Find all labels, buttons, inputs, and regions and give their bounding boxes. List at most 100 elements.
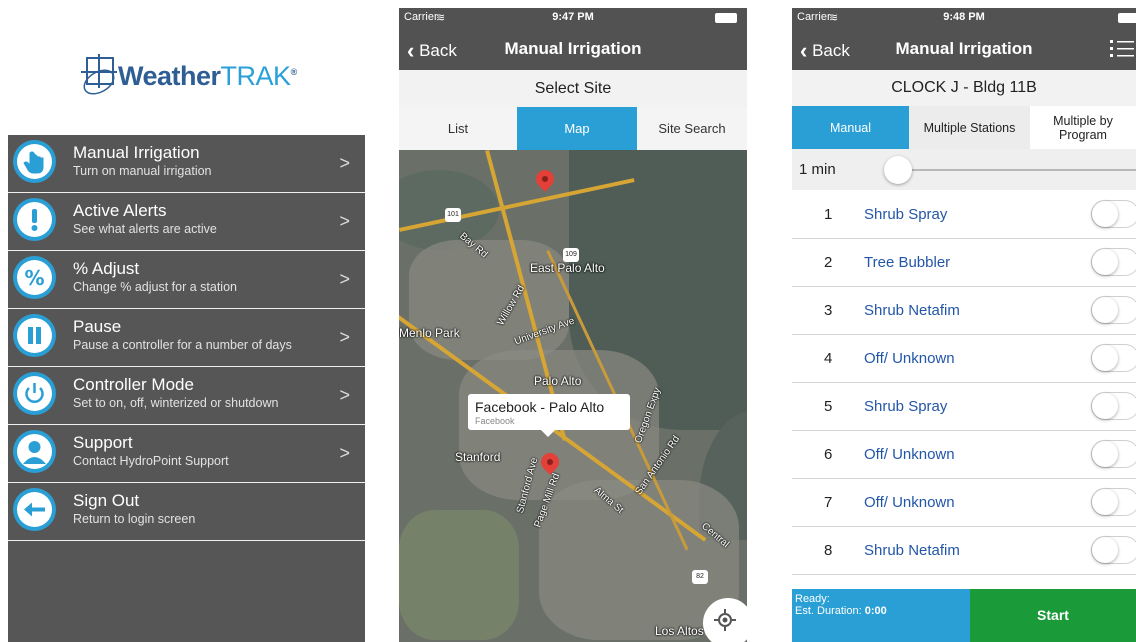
duration-estimate-value: 0:00 bbox=[864, 605, 887, 617]
toggle-knob bbox=[1092, 537, 1118, 563]
station-toggle[interactable] bbox=[1091, 392, 1136, 420]
station-toggle[interactable] bbox=[1091, 248, 1136, 276]
menu-icon-ring bbox=[13, 198, 56, 241]
station-number: 4 bbox=[824, 350, 833, 367]
battery-icon bbox=[715, 13, 737, 23]
chevron-right-icon: > bbox=[339, 327, 350, 347]
highway-shield-icon: 101 bbox=[445, 208, 461, 222]
toggle-knob bbox=[1092, 345, 1118, 371]
duration-slider-row: 1 min bbox=[792, 149, 1136, 190]
chevron-right-icon: > bbox=[339, 153, 350, 173]
locate-me-button[interactable] bbox=[703, 598, 747, 642]
person-icon bbox=[23, 441, 46, 464]
station-name: Shrub Spray bbox=[864, 398, 948, 415]
station-toggle[interactable] bbox=[1091, 344, 1136, 372]
menu-icon-ring bbox=[13, 372, 56, 415]
station-row: 7 Off/ Unknown bbox=[792, 479, 1136, 527]
toggle-knob bbox=[1092, 249, 1118, 275]
tab-multiple-stations[interactable]: Multiple Stations bbox=[909, 106, 1030, 149]
duration-estimate: Est. Duration: 0:00 bbox=[795, 605, 887, 617]
tab-map[interactable]: Map bbox=[517, 107, 637, 150]
svg-text:%: % bbox=[24, 266, 44, 290]
station-row: 5 Shrub Spray bbox=[792, 383, 1136, 431]
status-time: 9:47 PM bbox=[552, 11, 594, 23]
menu-title: Controller Mode bbox=[73, 375, 194, 394]
arrow-left-icon bbox=[24, 502, 45, 517]
nav-bar: Carrier ≋ 9:47 PM ‹ Back Manual Irrigati… bbox=[399, 8, 747, 70]
list-menu-icon[interactable] bbox=[1110, 38, 1134, 60]
ready-label: Ready: bbox=[795, 593, 830, 605]
menu-subtitle: See what alerts are active bbox=[73, 222, 217, 236]
station-number: 5 bbox=[824, 398, 833, 415]
map-callout[interactable]: Facebook - Palo Alto Facebook bbox=[468, 394, 630, 437]
menu-item-pause[interactable]: Pause Pause a controller for a number of … bbox=[8, 309, 365, 367]
station-number: 6 bbox=[824, 446, 833, 463]
hills-area bbox=[399, 510, 519, 640]
status-time: 9:48 PM bbox=[943, 11, 985, 23]
crosshair-icon bbox=[714, 609, 736, 631]
station-toggle[interactable] bbox=[1091, 200, 1136, 228]
menu-subtitle: Return to login screen bbox=[73, 512, 196, 526]
exclamation-icon bbox=[31, 209, 38, 231]
menu-item-active-alerts[interactable]: Active Alerts See what alerts are active > bbox=[8, 193, 365, 251]
menu-title: Sign Out bbox=[73, 491, 140, 510]
station-number: 1 bbox=[824, 206, 833, 223]
menu-icon-ring bbox=[13, 314, 56, 357]
select-site-panel: Carrier ≋ 9:47 PM ‹ Back Manual Irrigati… bbox=[399, 8, 747, 642]
toggle-knob bbox=[1092, 489, 1118, 515]
station-toggle[interactable] bbox=[1091, 488, 1136, 516]
menu-icon-ring bbox=[13, 488, 56, 531]
nav-bar: Carrier ≋ 9:48 PM ‹ Back Manual Irrigati… bbox=[792, 8, 1136, 70]
tab-manual[interactable]: Manual bbox=[792, 106, 909, 149]
station-name: Off/ Unknown bbox=[864, 446, 955, 463]
station-toggle[interactable] bbox=[1091, 296, 1136, 324]
logo-header: WeatherTRAK® bbox=[8, 8, 365, 135]
status-bar: Carrier ≋ 9:47 PM bbox=[399, 8, 747, 28]
menu-icon-bg bbox=[17, 492, 52, 527]
tab-site-search[interactable]: Site Search bbox=[637, 107, 747, 150]
tab-multiple-by-program[interactable]: Multiple by Program bbox=[1030, 106, 1136, 149]
duration-slider[interactable] bbox=[899, 169, 1136, 171]
pause-icon bbox=[28, 327, 41, 344]
slider-thumb[interactable] bbox=[884, 156, 912, 184]
nav-title: Manual Irrigation bbox=[504, 39, 642, 58]
controller-name: CLOCK J - Bldg 11B bbox=[792, 70, 1136, 106]
station-name: Shrub Netafim bbox=[864, 302, 960, 319]
menu-item-adjust[interactable]: % % Adjust Change % adjust for a station > bbox=[8, 251, 365, 309]
start-button[interactable]: Start bbox=[970, 589, 1136, 642]
main-menu-panel: WeatherTRAK® Manual Irrigation Turn on ma… bbox=[8, 8, 365, 642]
menu-icon-bg bbox=[17, 376, 52, 411]
tab-list[interactable]: List bbox=[399, 107, 517, 150]
menu-item-sign-out[interactable]: Sign Out Return to login screen bbox=[8, 483, 365, 541]
menu-title: Pause bbox=[73, 317, 122, 336]
chevron-right-icon: > bbox=[339, 269, 350, 289]
station-number: 3 bbox=[824, 302, 833, 319]
menu-title: Support bbox=[73, 433, 133, 452]
station-number: 7 bbox=[824, 494, 833, 511]
map-pin-icon[interactable] bbox=[532, 166, 558, 192]
map-label: Palo Alto bbox=[534, 374, 582, 388]
menu-icon-ring bbox=[13, 140, 56, 183]
menu-subtitle: Contact HydroPoint Support bbox=[73, 454, 229, 468]
menu-title: % Adjust bbox=[73, 259, 140, 278]
station-toggle[interactable] bbox=[1091, 536, 1136, 564]
menu-item-manual-irrigation[interactable]: Manual Irrigation Turn on manual irrigati… bbox=[8, 135, 365, 193]
chevron-right-icon: > bbox=[339, 443, 350, 463]
map-label: East Palo Alto bbox=[530, 261, 605, 275]
hand-pointer-icon bbox=[23, 151, 44, 174]
station-toggle[interactable] bbox=[1091, 440, 1136, 468]
menu-item-support[interactable]: Support Contact HydroPoint Support > bbox=[8, 425, 365, 483]
power-icon bbox=[25, 383, 44, 403]
satellite-map[interactable]: East Palo Alto Menlo Park Palo Alto Stan… bbox=[399, 150, 747, 642]
manual-irrigation-panel: Carrier ≋ 9:48 PM ‹ Back Manual Irrigati… bbox=[792, 8, 1136, 642]
station-name: Tree Bubbler bbox=[864, 254, 951, 271]
toggle-knob bbox=[1092, 441, 1118, 467]
menu-item-controller-mode[interactable]: Controller Mode Set to on, off, winterize… bbox=[8, 367, 365, 425]
callout-title: Facebook - Palo Alto bbox=[475, 399, 605, 415]
menu-subtitle: Turn on manual irrigation bbox=[73, 164, 212, 178]
map-label: Los Altos bbox=[655, 624, 704, 638]
percent-icon: % bbox=[24, 266, 44, 290]
station-name: Shrub Spray bbox=[864, 206, 948, 223]
station-name: Shrub Netafim bbox=[864, 542, 960, 559]
menu-icon-ring: % bbox=[13, 256, 56, 299]
